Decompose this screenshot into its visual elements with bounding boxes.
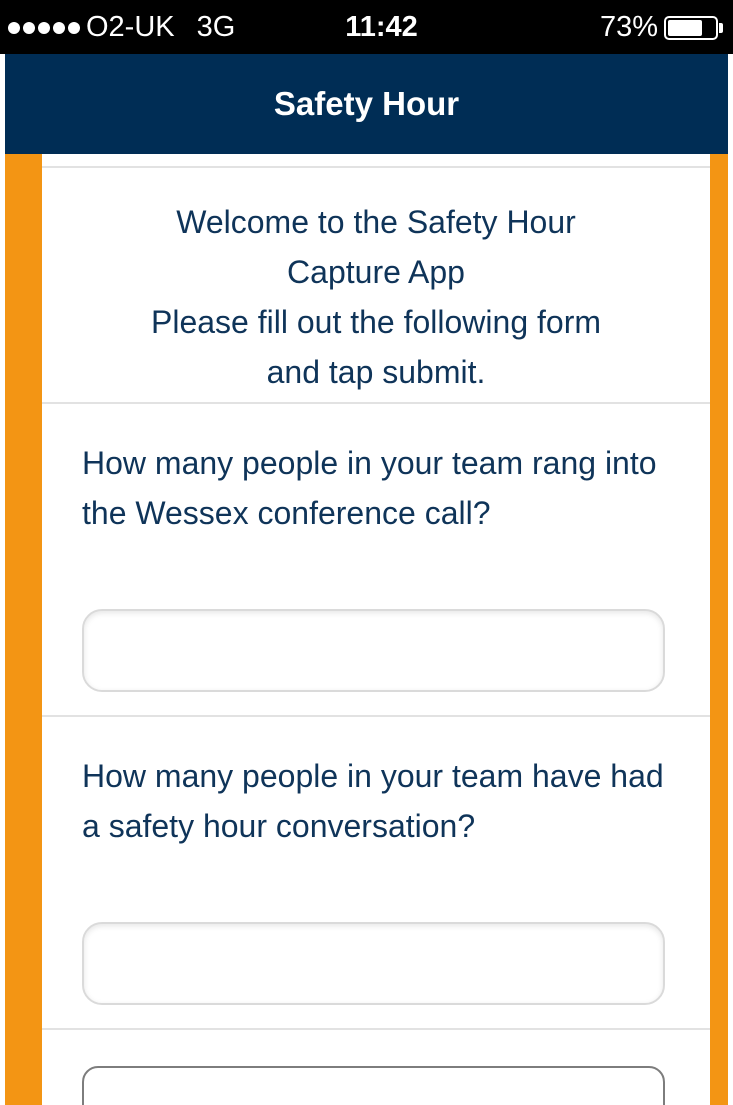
question-safety-conversation: How many people in your team have had a …	[42, 717, 710, 1030]
battery-icon	[664, 15, 718, 40]
signal-strength-icon	[8, 21, 80, 34]
question-conference-call: How many people in your team rang into t…	[42, 404, 710, 717]
welcome-line-4: and tap submit.	[266, 354, 486, 390]
battery-tip	[719, 22, 723, 33]
third-field-input[interactable]	[82, 1066, 665, 1105]
carrier-name: O2-UK	[86, 11, 175, 43]
content-area[interactable]: Welcome to the Safety Hour Capture App P…	[5, 154, 728, 1105]
safety-conversation-count-input[interactable]	[82, 922, 665, 1005]
form-top-divider	[42, 154, 710, 168]
network-type: 3G	[196, 11, 236, 43]
question-third	[42, 1030, 710, 1105]
question-label-safety-conversation: How many people in your team have had a …	[82, 758, 664, 844]
welcome-message: Welcome to the Safety Hour Capture App P…	[42, 168, 710, 404]
battery-percent: 73%	[599, 11, 658, 43]
app-screen: O2-UK 3G 11:42 73% Safety Hour Welcome t…	[0, 0, 733, 1105]
status-left: O2-UK 3G	[8, 11, 235, 44]
page-title: Safety Hour	[273, 85, 460, 122]
welcome-line-1: Welcome to the Safety Hour	[176, 204, 576, 240]
conference-call-count-input[interactable]	[82, 609, 665, 692]
battery-fill	[668, 19, 702, 36]
clock-time: 11:42	[345, 11, 418, 43]
status-bar: O2-UK 3G 11:42 73%	[0, 0, 733, 54]
welcome-line-3: Please fill out the following form	[151, 304, 601, 340]
form-panel: Welcome to the Safety Hour Capture App P…	[42, 154, 710, 1105]
app-header: Safety Hour	[5, 54, 728, 154]
status-right: 73%	[600, 11, 723, 44]
question-label-conference-call: How many people in your team rang into t…	[82, 445, 657, 531]
welcome-line-2: Capture App	[287, 254, 465, 290]
